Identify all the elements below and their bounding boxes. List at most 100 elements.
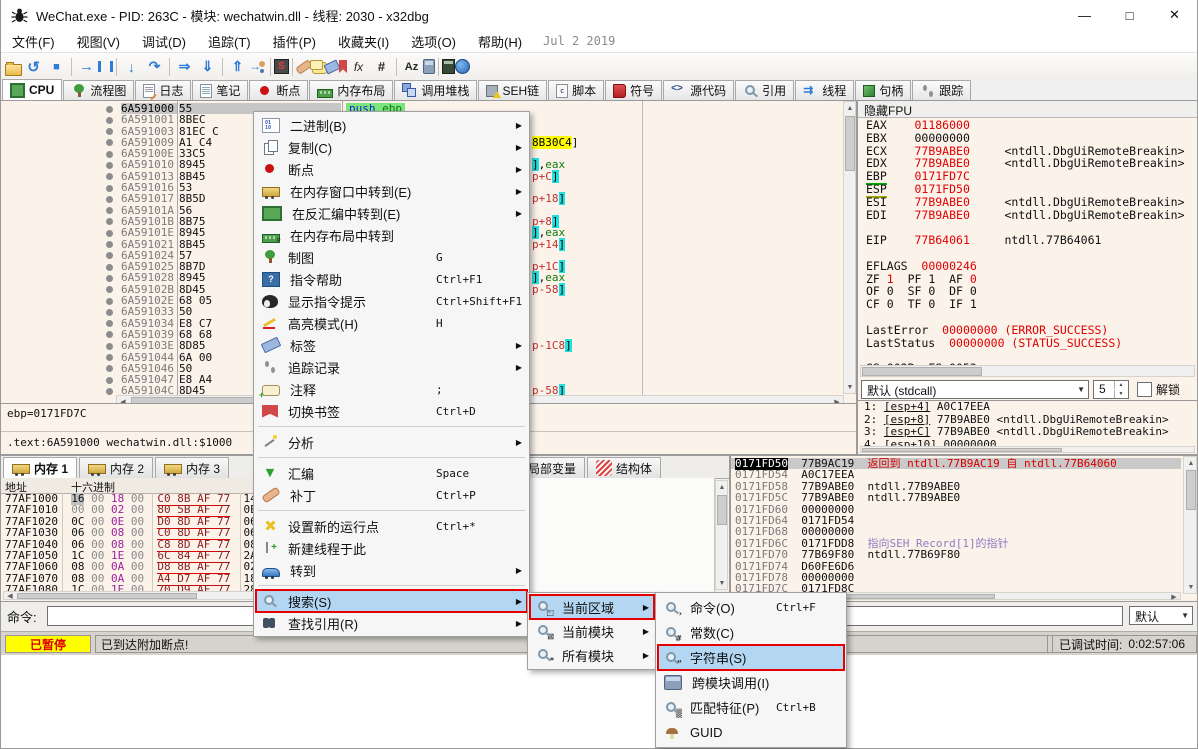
submenu-item-跨模块调用(I)[interactable]: 跨模块调用(I) [658,670,844,695]
scroll-left-icon[interactable] [4,590,16,602]
menu-item-搜索(S)[interactable]: 搜索(S) [256,590,527,612]
spinner-down-icon[interactable] [1114,390,1127,398]
menu-item-在内存布局中转到[interactable]: ⌕在内存布局中转到 [256,224,527,246]
menu-item-分析[interactable]: 分析 [256,431,527,453]
scroll-thumb[interactable] [862,448,1062,452]
stack-vscrollbar[interactable] [1183,456,1197,594]
breakpoint-dot-icon[interactable] [106,185,113,192]
calls-icon[interactable] [423,59,435,74]
scroll-down-icon[interactable] [1185,581,1197,593]
menu-item-注释[interactable]: 注释; [256,378,527,400]
register-line[interactable]: EIP 77B64061 ntdll.77B64061 [858,234,1195,247]
scroll-up-icon[interactable] [844,102,856,114]
submenu-item-匹配特征(P)[interactable]: ▒匹配特征(P)Ctrl+B [658,695,844,720]
tab-cpu[interactable]: CPU [2,79,62,100]
submenu-item-常数(C)[interactable]: #常数(C) [658,620,844,645]
register-line[interactable]: EDI 77B9ABE0 <ntdll.DbgUiRemoteBreakin> [858,209,1195,222]
breakpoint-dot-icon[interactable] [106,162,113,169]
tab-memmap[interactable]: 内存布局 [309,80,393,100]
tab-seh[interactable]: SEH链 [478,80,547,100]
menu-选项(O)[interactable]: 选项(O) [400,30,467,53]
submenu-item-当前模块[interactable]: ⊠当前模块 [530,619,654,643]
menu-item-在内存窗口中转到(E)[interactable]: 在内存窗口中转到(E) [256,180,527,202]
step-out-icon[interactable]: ⇑ [226,56,249,78]
scroll-thumb[interactable] [17,593,197,599]
menu-item-在反汇编中转到(E)[interactable]: 在反汇编中转到(E) [256,202,527,224]
tab-source[interactable]: <>源代码 [663,80,734,100]
tab-callstack[interactable]: 调用堆栈 [394,80,477,100]
tab-breakpoints[interactable]: 断点 [249,80,308,100]
breakpoint-dot-icon[interactable] [106,354,113,361]
menu-文件(F)[interactable]: 文件(F) [1,30,66,53]
breakpoint-dot-icon[interactable] [106,275,113,282]
breakpoint-dot-icon[interactable] [106,207,113,214]
menu-item-指令帮助[interactable]: ?指令帮助Ctrl+F1 [256,268,527,290]
breakpoint-dot-icon[interactable] [106,252,113,259]
register-line[interactable]: CF 0 TF 0 IF 1 [858,298,1195,311]
menu-item-切换书签[interactable]: 切换书签Ctrl+D [256,400,527,422]
breakpoint-dot-icon[interactable] [106,196,113,203]
breakpoint-dot-icon[interactable] [106,139,113,146]
restart-icon[interactable]: ↺ [22,56,45,78]
tab-script[interactable]: c脚本 [548,80,604,100]
menu-item-高亮模式(H)[interactable]: 高亮模式(H)H [256,312,527,334]
scroll-down-icon[interactable] [716,577,728,589]
breakpoint-dot-icon[interactable] [106,106,113,113]
breakpoint-dot-icon[interactable] [106,365,113,372]
menu-item-查找引用(R)[interactable]: 查找引用(R) [256,612,527,634]
breakpoint-dot-icon[interactable] [106,230,113,237]
disasm-vscrollbar[interactable] [843,101,856,394]
step-into-icon[interactable]: ↓ [120,56,143,78]
maximize-button[interactable]: □ [1107,1,1152,29]
breakpoint-dot-icon[interactable] [106,241,113,248]
submenu-item-所有模块[interactable]: *所有模块 [530,643,654,667]
menu-item-汇编[interactable]: ▼汇编Space [256,462,527,484]
minimize-button[interactable]: — [1062,1,1107,29]
register-line[interactable]: LastStatus 00000000 (STATUS_SUCCESS) [858,337,1195,350]
hide-fpu-button[interactable]: 隐藏FPU [858,101,1197,118]
stack-panel[interactable]: 0171FD50 77B9AC19 返回到 ntdll.77B9AC19 自 n… [730,455,1198,602]
labels-icon[interactable] [324,59,341,74]
text-az-icon[interactable]: Az [400,56,423,78]
breakpoint-dot-icon[interactable] [106,343,113,350]
scroll-thumb[interactable] [845,116,855,171]
registers-panel[interactable]: 隐藏FPU EAX 01186000EBX 00000000ECX 77B9AB… [857,100,1198,455]
breakpoint-dot-icon[interactable] [106,388,113,395]
comments-icon[interactable] [310,60,323,70]
scroll-down-icon[interactable] [844,381,856,393]
strings-s-icon[interactable]: S [274,59,289,74]
breakpoint-dot-icon[interactable] [106,286,113,293]
execute-till-return-icon[interactable]: ⇓ [196,56,219,78]
breakpoint-dot-icon[interactable] [106,264,113,271]
tab-threads[interactable]: ⇉线程 [795,80,854,100]
menu-插件(P)[interactable]: 插件(P) [262,30,327,53]
calling-convention-dropdown[interactable]: 默认 (stdcall) [861,380,1089,399]
submenu-item-字符串(S)[interactable]: “字符串(S) [658,645,844,670]
menu-收藏夹(I)[interactable]: 收藏夹(I) [327,30,400,53]
scroll-up-icon[interactable] [1185,457,1197,469]
scroll-up-icon[interactable] [716,481,728,493]
scroll-thumb[interactable] [1186,470,1196,510]
menu-item-追踪记录[interactable]: 追踪记录 [256,356,527,378]
arguments-hscrollbar[interactable] [860,446,1195,453]
registers-hscrollbar[interactable] [860,365,1195,377]
menu-item-转到[interactable]: 转到 [256,559,527,581]
breakpoint-dot-icon[interactable] [106,309,113,316]
attach-icon[interactable] [249,60,267,74]
functions-fx-icon[interactable]: fx [347,56,370,78]
argument-count-spinner[interactable]: 5 [1093,380,1129,399]
spinner-up-icon[interactable] [1114,381,1127,389]
run-to-user-icon[interactable]: ⇒ [173,56,196,78]
tab-notes[interactable]: 笔记 [192,80,248,100]
menu-item-断点[interactable]: 断点 [256,158,527,180]
menu-帮助(H)[interactable]: 帮助(H) [467,30,533,53]
tab-handles[interactable]: 句柄 [855,80,911,100]
memory-tab[interactable]: 内存 3 [155,457,229,478]
tab-symbols[interactable]: 符号 [605,80,662,100]
pause-icon[interactable] [98,61,113,72]
menu-item-新建线程于此[interactable]: 新建线程于此 [256,537,527,559]
menu-item-标签[interactable]: 标签 [256,334,527,356]
title-bar[interactable]: WeChat.exe - PID: 263C - 模块: wechatwin.d… [1,0,1197,30]
breakpoint-dot-icon[interactable] [106,151,113,158]
menu-item-制图[interactable]: 制图G [256,246,527,268]
